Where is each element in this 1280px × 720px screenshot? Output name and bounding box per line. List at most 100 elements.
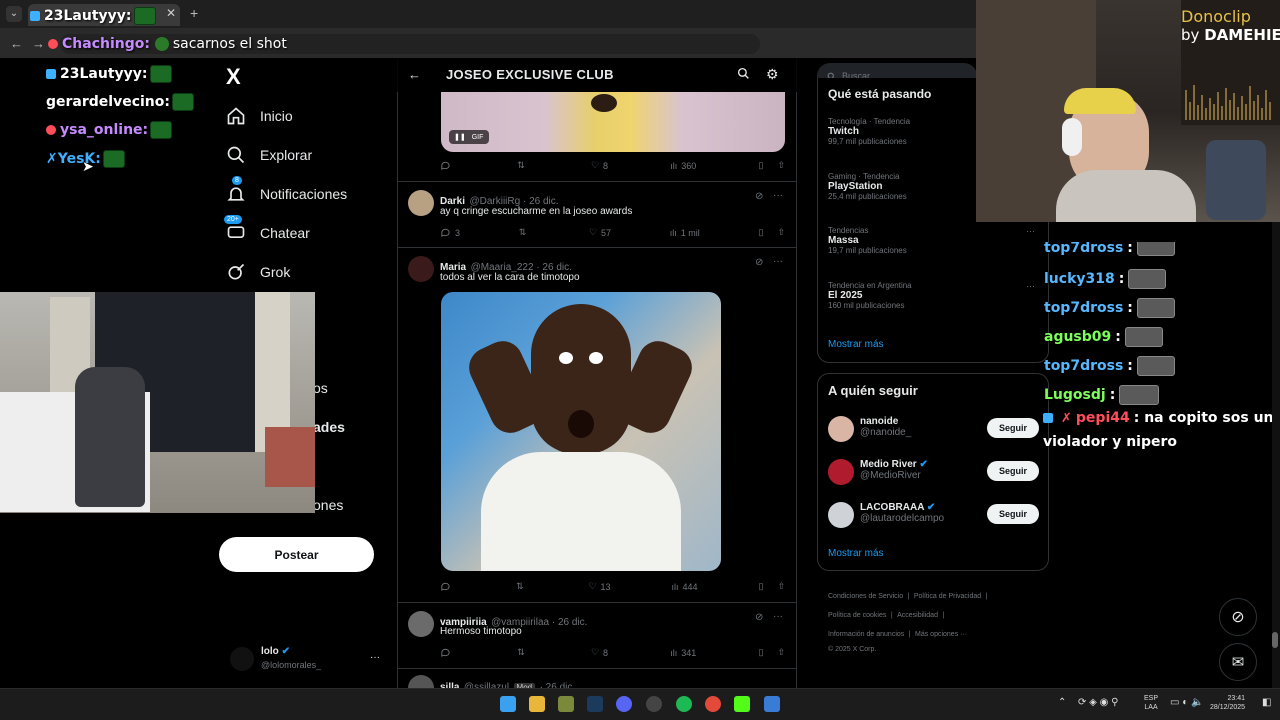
views-button[interactable]: ılı 444 xyxy=(672,581,698,592)
bookmark-button[interactable]: ▯ ⇧ xyxy=(759,227,786,238)
notifications-icon[interactable]: ◧ xyxy=(1262,697,1271,708)
share-icon[interactable]: ⇧ xyxy=(777,160,785,171)
reply-button[interactable] xyxy=(440,581,455,592)
nav-label-partial[interactable]: ones xyxy=(313,497,343,513)
pause-icon[interactable]: ❚❚ xyxy=(454,133,466,141)
steam-icon[interactable] xyxy=(587,696,603,712)
search-icon[interactable] xyxy=(737,67,750,85)
retweet-button[interactable]: ⇅ xyxy=(519,227,531,238)
footer-link[interactable]: Información de anuncios xyxy=(828,631,904,638)
forward-icon[interactable]: → xyxy=(32,36,45,51)
trend-more-icon[interactable]: ··· xyxy=(1026,281,1035,291)
trend-item[interactable]: Tendencias Massa 19,7 mil publicaciones xyxy=(828,226,907,255)
account-avatar[interactable] xyxy=(230,647,254,671)
close-tab-icon[interactable]: ✕ xyxy=(166,6,176,20)
tweet-image[interactable] xyxy=(441,292,721,571)
bookmark-button[interactable]: ▯ ⇧ xyxy=(759,160,786,171)
nav-item-explorar[interactable]: Explorar xyxy=(226,145,312,165)
post-button[interactable]: Postear xyxy=(219,537,374,572)
nav-item-notificaciones[interactable]: 8 Notificaciones xyxy=(226,176,347,204)
avatar[interactable] xyxy=(408,256,434,282)
nav-item-chatear[interactable]: 20+ Chatear xyxy=(224,215,310,243)
more-icon[interactable]: ··· xyxy=(773,256,783,267)
account-more-icon[interactable]: ··· xyxy=(370,652,380,663)
follow-button[interactable]: Seguir xyxy=(987,461,1039,481)
share-icon[interactable]: ⇧ xyxy=(777,227,785,238)
file-explorer-icon[interactable] xyxy=(529,696,545,712)
reply-button[interactable]: 3 xyxy=(440,227,460,238)
nav-label-partial[interactable]: os xyxy=(313,380,328,396)
gif-control[interactable]: ❚❚ GIF xyxy=(449,130,489,144)
nav-item-grok[interactable]: Grok xyxy=(226,262,290,282)
language-indicator[interactable]: ESP LAA xyxy=(1144,694,1158,712)
tab-list-dropdown[interactable]: ⌄ xyxy=(6,6,22,22)
avatar[interactable] xyxy=(828,459,854,485)
app-icon[interactable] xyxy=(558,696,574,712)
trend-item[interactable]: Tecnología · Tendencia Twitch 99,7 mil pub… xyxy=(828,117,910,146)
views-button[interactable]: ılı 1 mil xyxy=(670,227,700,238)
grok-icon[interactable]: ⊘ xyxy=(755,612,763,623)
tray-icons[interactable]: ⟳ ◈ ◉ ⚲ xyxy=(1078,697,1118,708)
like-button[interactable]: ♡ 8 xyxy=(591,647,608,658)
grok-icon[interactable]: ⊘ xyxy=(755,191,763,202)
start-icon[interactable] xyxy=(500,696,516,712)
footer-link[interactable]: Accesibilidad xyxy=(897,612,938,619)
avatar[interactable] xyxy=(828,502,854,528)
show-more-link[interactable]: Mostrar más xyxy=(828,339,884,350)
bookmark-button[interactable]: ▯ ⇧ xyxy=(759,581,786,592)
avatar[interactable] xyxy=(408,190,434,216)
more-icon[interactable]: ··· xyxy=(773,611,783,622)
new-tab-button[interactable]: + xyxy=(190,5,198,21)
reply-button[interactable] xyxy=(440,160,455,171)
views-button[interactable]: ılı 360 xyxy=(670,160,696,171)
discord-icon[interactable] xyxy=(616,696,632,712)
footer-link[interactable]: Condiciones de Servicio xyxy=(828,593,903,600)
nav-item-inicio[interactable]: Inicio xyxy=(226,106,293,126)
bookmark-button[interactable]: ▯ ⇧ xyxy=(759,647,786,658)
account-name[interactable]: lolo ✔ xyxy=(261,646,290,657)
trend-more-icon[interactable]: ··· xyxy=(1026,226,1035,236)
app-icon[interactable] xyxy=(646,696,662,712)
more-icon[interactable]: ··· xyxy=(773,190,783,201)
system-tray-icons[interactable]: ▭ ◐ 🔈 xyxy=(1170,697,1204,708)
tray-chevron-icon[interactable]: ⌃ xyxy=(1058,697,1066,708)
clock[interactable]: 23:41 28/12/2025 xyxy=(1210,694,1245,712)
retweet-button[interactable]: ⇅ xyxy=(516,581,528,592)
trend-item[interactable]: Gaming · Tendencia PlayStation 25,4 mil pu… xyxy=(828,172,907,201)
like-button[interactable]: ♡ 57 xyxy=(589,227,611,238)
follow-button[interactable]: Seguir xyxy=(987,418,1039,438)
footer-link[interactable]: Más opciones ··· xyxy=(915,631,967,638)
show-more-link[interactable]: Mostrar más xyxy=(828,548,884,559)
share-icon[interactable]: ⇧ xyxy=(777,647,785,658)
views-button[interactable]: ılı 341 xyxy=(670,647,696,658)
kick-icon[interactable] xyxy=(734,696,750,712)
footer-link[interactable]: Política de cookies xyxy=(828,612,886,619)
chrome-icon[interactable] xyxy=(705,696,721,712)
follow-suggestion[interactable]: Medio River ✔ @MedioRiver xyxy=(860,459,928,481)
reply-button[interactable] xyxy=(440,647,455,658)
back-arrow-icon[interactable]: ← xyxy=(408,67,421,82)
gear-icon[interactable]: ⚙ xyxy=(766,66,779,83)
messages-fab-icon[interactable]: ✉ xyxy=(1219,643,1257,681)
spotify-icon[interactable] xyxy=(676,696,692,712)
back-icon[interactable]: ← xyxy=(10,36,23,51)
like-button[interactable]: ♡ 8 xyxy=(591,160,608,171)
avatar[interactable] xyxy=(408,611,434,637)
retweet-button[interactable]: ⇅ xyxy=(517,160,529,171)
nav-label-partial[interactable]: ades xyxy=(313,419,345,435)
avatar[interactable] xyxy=(828,416,854,442)
follow-suggestion[interactable]: nanoide @nanoide_ xyxy=(860,416,911,438)
retweet-button[interactable]: ⇅ xyxy=(517,647,529,658)
grok-icon[interactable]: ⊘ xyxy=(755,257,763,268)
grok-fab-icon[interactable]: ⊘ xyxy=(1219,598,1257,636)
like-button[interactable]: ♡ 13 xyxy=(588,581,610,592)
gif-media[interactable]: ❚❚ GIF xyxy=(441,92,785,152)
trend-item[interactable]: Tendencia en Argentina El 2025 160 mil pub… xyxy=(828,281,912,310)
follow-button[interactable]: Seguir xyxy=(987,504,1039,524)
follow-suggestion[interactable]: LACOBRAAA ✔ @lautarodelcampo xyxy=(860,502,944,524)
notepad-icon[interactable] xyxy=(764,696,780,712)
x-logo-icon[interactable]: X xyxy=(226,64,241,90)
share-icon[interactable]: ⇧ xyxy=(777,581,785,592)
footer-link[interactable]: Política de Privacidad xyxy=(914,593,981,600)
scrollbar[interactable] xyxy=(1272,222,1280,688)
